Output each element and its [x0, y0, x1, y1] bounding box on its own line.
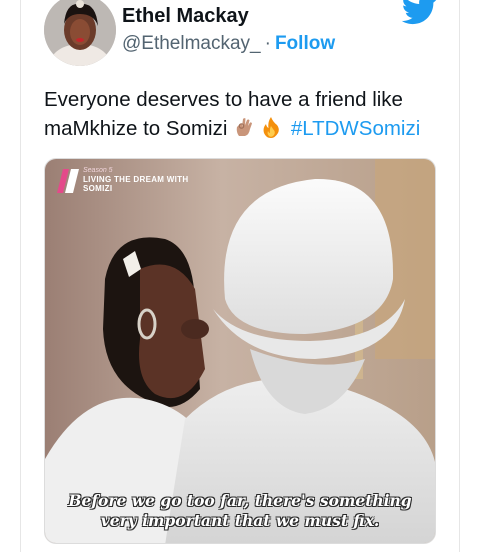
follow-button[interactable]: Follow [275, 33, 335, 54]
tweet-text-line-2: maMkhize to Somizi #LTDWSomizi [44, 114, 444, 143]
subtitle-line-1: Before we go too far, there's something [68, 491, 412, 510]
author-name[interactable]: Ethel Mackay [122, 5, 249, 28]
tweet-media-image[interactable]: Season 5 LIVING THE DREAM WITH SOMIZI Be… [44, 158, 436, 544]
tweet-text: Everyone deserves to have a friend like … [44, 85, 444, 143]
ok-hand-icon [236, 118, 253, 136]
video-subtitle: Before we go too far, there's something … [45, 491, 435, 531]
show-logo-icon [57, 169, 79, 193]
author-handle[interactable]: @Ethelmackay_ [122, 33, 261, 54]
show-season: Season 5 [83, 167, 113, 174]
show-title: LIVING THE DREAM WITH SOMIZI [83, 175, 189, 193]
tweet-text-line-2-prefix: maMkhize to Somizi [44, 117, 228, 140]
hashtag-link[interactable]: #LTDWSomizi [291, 117, 420, 140]
subtitle-line-2: very important that we must fix. [100, 511, 380, 530]
fire-icon [263, 117, 279, 138]
handle-row: @Ethelmackay_ · Follow [122, 33, 335, 55]
tweet-text-line-1: Everyone deserves to have a friend like [44, 88, 403, 111]
show-badge: Season 5 LIVING THE DREAM WITH SOMIZI [57, 167, 203, 195]
twitter-bird-icon[interactable] [401, 0, 438, 26]
media-scene [45, 159, 435, 543]
separator-dot: · [264, 33, 271, 54]
